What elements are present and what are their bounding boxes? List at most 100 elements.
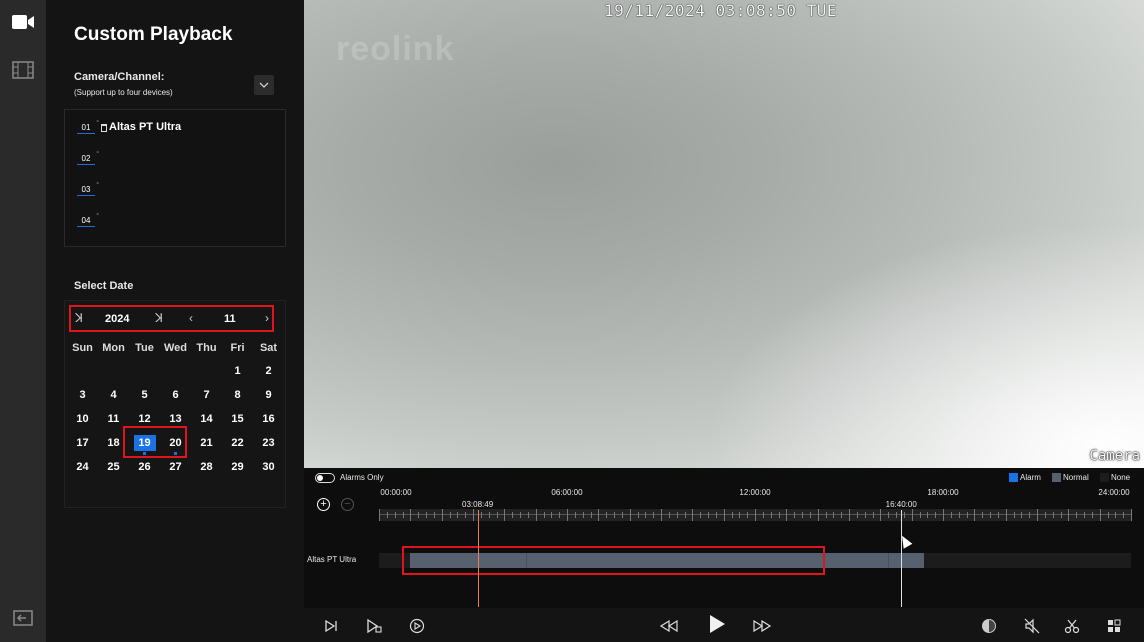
- channel-slot-02[interactable]: 02: [77, 149, 99, 165]
- calendar-day[interactable]: 16: [258, 411, 280, 427]
- ruler-tick: [520, 512, 521, 518]
- calendar-day[interactable]: 30: [258, 459, 280, 475]
- calendar-day[interactable]: 5: [134, 387, 156, 403]
- next-frame-icon[interactable]: [322, 617, 340, 635]
- next-year-icon[interactable]: ꓘ: [153, 311, 165, 325]
- ruler-tick: [1099, 509, 1101, 521]
- layout-icon[interactable]: [1105, 617, 1123, 635]
- ruler-tick: [535, 509, 537, 521]
- ruler-tick: [574, 512, 576, 518]
- ruler-tick: [512, 512, 514, 518]
- ruler-tick: [708, 512, 709, 518]
- ruler-tick: [833, 512, 835, 518]
- calendar-day[interactable]: 24: [72, 459, 94, 475]
- calendar-day[interactable]: 1: [227, 363, 249, 379]
- calendar-day[interactable]: 2: [258, 363, 280, 379]
- ruler-tick: [527, 512, 529, 518]
- playback-controls: [304, 608, 1144, 642]
- channel-number: 03: [77, 181, 99, 196]
- sync-icon[interactable]: [980, 617, 998, 635]
- next-month-icon[interactable]: ›: [261, 311, 273, 325]
- play-icon[interactable]: [706, 613, 728, 635]
- channel-slot-04[interactable]: 04: [77, 211, 99, 227]
- ruler-tick: [1044, 512, 1046, 518]
- zoom-out-icon[interactable]: −: [341, 498, 354, 511]
- calendar-day[interactable]: 15: [227, 411, 249, 427]
- ruler-tick: [1068, 509, 1070, 521]
- calendar-day[interactable]: 25: [103, 459, 125, 475]
- film-icon[interactable]: [9, 58, 37, 82]
- calendar-day[interactable]: 9: [258, 387, 280, 403]
- ruler-tick: [880, 509, 882, 521]
- ruler-tick: [559, 512, 561, 518]
- clip-play-icon[interactable]: [365, 617, 383, 635]
- ruler-tick: [841, 512, 843, 518]
- channel-number: 01: [77, 119, 99, 134]
- ruler-tick: [950, 512, 952, 518]
- channel-slot-01[interactable]: 01 Altas PT Ultra: [77, 118, 181, 134]
- cut-icon[interactable]: [1063, 617, 1081, 635]
- alarms-only-label: Alarms Only: [340, 473, 384, 482]
- ruler-tick: [543, 512, 545, 518]
- calendar-day[interactable]: 12: [134, 411, 156, 427]
- ruler-tick: [1091, 512, 1093, 518]
- weekday-header: Sat: [259, 342, 278, 354]
- alarms-only-toggle[interactable]: [315, 473, 335, 483]
- video-camera-icon[interactable]: [9, 10, 37, 34]
- legend-none-label: None: [1111, 473, 1131, 482]
- calendar-day[interactable]: 17: [72, 435, 94, 451]
- prev-month-icon[interactable]: ‹: [185, 311, 197, 325]
- calendar-day[interactable]: 29: [227, 459, 249, 475]
- time-ruler[interactable]: [379, 509, 1132, 521]
- calendar-day[interactable]: 7: [196, 387, 218, 403]
- mute-icon[interactable]: [1023, 617, 1041, 635]
- zoom-in-icon[interactable]: +: [317, 498, 330, 511]
- calendar-day[interactable]: 11: [103, 411, 125, 427]
- ruler-tick: [379, 509, 380, 521]
- calendar-day[interactable]: 22: [227, 435, 249, 451]
- playhead-time-label: 03:08:49: [462, 500, 494, 509]
- weekday-header: Wed: [163, 342, 188, 354]
- calendar-day[interactable]: 26: [134, 459, 156, 475]
- ruler-tick: [433, 512, 435, 518]
- calendar-day[interactable]: 27: [165, 459, 187, 475]
- video-view[interactable]: 19/11/2024 03:08:50 TUE reolink Camera: [304, 0, 1144, 468]
- playhead-line[interactable]: [477, 510, 479, 607]
- channel-slot-03[interactable]: 03: [77, 180, 99, 196]
- ruler-tick: [614, 512, 615, 518]
- calendar-day[interactable]: 6: [165, 387, 187, 403]
- ruler-tick: [927, 512, 929, 518]
- calendar-day[interactable]: 14: [196, 411, 218, 427]
- ruler-tick: [794, 512, 796, 518]
- calendar-day[interactable]: 3: [72, 387, 94, 403]
- speed-icon[interactable]: [408, 617, 426, 635]
- weekday-header: Sun: [72, 342, 93, 354]
- ruler-tick: [402, 512, 404, 518]
- collapse-panel-icon[interactable]: [9, 606, 37, 630]
- ruler-tick: [888, 512, 890, 518]
- fast-forward-icon[interactable]: [753, 617, 771, 635]
- ruler-tick: [958, 512, 960, 518]
- prev-year-icon[interactable]: ꓘ: [73, 311, 85, 325]
- calendar-year: 2024: [105, 313, 130, 325]
- rewind-icon[interactable]: [660, 617, 678, 635]
- calendar-day[interactable]: 4: [103, 387, 125, 403]
- camera-dropdown-button[interactable]: [254, 75, 274, 95]
- calendar-month: 11: [224, 313, 236, 325]
- trash-icon[interactable]: [101, 123, 107, 132]
- ruler-tick: [567, 509, 568, 521]
- ruler-tick: [653, 512, 655, 518]
- calendar-day[interactable]: 13: [165, 411, 187, 427]
- calendar-day[interactable]: 23: [258, 435, 280, 451]
- calendar-day[interactable]: 18: [103, 435, 125, 451]
- ruler-tick: [911, 509, 913, 521]
- ruler-tick: [919, 512, 921, 518]
- legend-alarm-label: Alarm: [1020, 473, 1041, 482]
- calendar-day[interactable]: 10: [72, 411, 94, 427]
- ruler-tick: [386, 512, 388, 518]
- calendar-day[interactable]: 28: [196, 459, 218, 475]
- calendar-day[interactable]: 8: [227, 387, 249, 403]
- calendar-day[interactable]: 21: [196, 435, 218, 451]
- legend-normal-label: Normal: [1063, 473, 1089, 482]
- ruler-tick: [488, 512, 490, 518]
